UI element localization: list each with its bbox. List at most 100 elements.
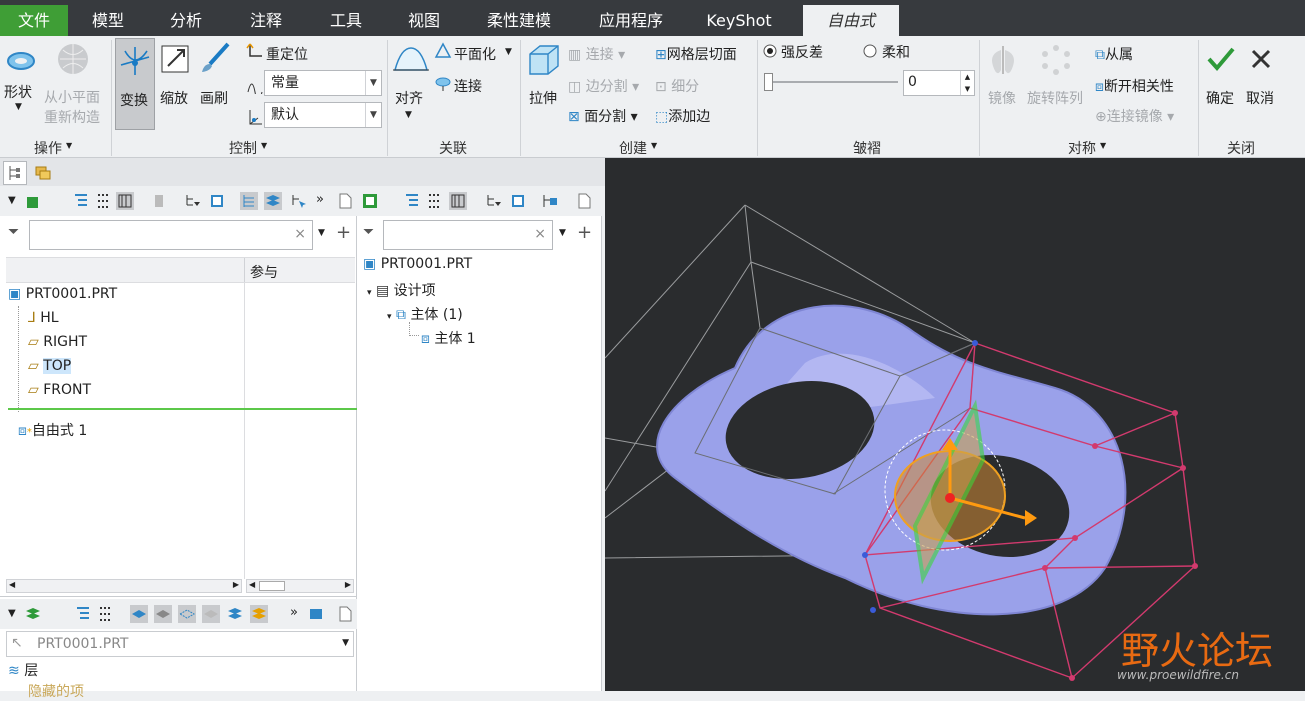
chevron-down-icon[interactable]: ▼ bbox=[342, 638, 349, 648]
face-split-button[interactable]: ⊠ 面分割 ▾ bbox=[568, 106, 638, 126]
tree-item-body-group[interactable]: ▾ ⧉ 主体 (1) bbox=[387, 304, 463, 324]
pointer-icon[interactable] bbox=[290, 192, 308, 210]
layer-hide-icon[interactable] bbox=[154, 605, 172, 623]
subdivide-button[interactable]: ⊡ 细分 bbox=[655, 76, 699, 96]
from-small-plane-button[interactable]: 从小平面 bbox=[44, 87, 100, 107]
filter-tree-icon[interactable] bbox=[184, 192, 202, 210]
control-group-label[interactable]: 控制 bbox=[229, 138, 257, 158]
rotate-array-icon[interactable] bbox=[1040, 44, 1072, 80]
tab-tools[interactable]: 工具 bbox=[314, 5, 378, 36]
tree-root-part[interactable]: ▣ PRT0001.PRT bbox=[8, 286, 117, 302]
add-icon[interactable]: + bbox=[577, 222, 592, 243]
create-dropdown-icon[interactable]: ▼ bbox=[651, 141, 657, 150]
graphics-viewport[interactable]: 野火论坛 www.proewildfire.cn bbox=[604, 158, 1305, 691]
dots-icon[interactable] bbox=[94, 192, 112, 210]
chevron-down-icon[interactable]: ▼ bbox=[365, 103, 381, 127]
filter-icon[interactable]: ⏷ bbox=[8, 224, 19, 240]
planarize-button[interactable]: 平面化 bbox=[454, 44, 496, 64]
rebuild-button[interactable]: 重新构造 bbox=[44, 107, 100, 127]
extrude-button[interactable]: 拉伸 bbox=[529, 88, 557, 108]
cancel-button[interactable]: 取消 bbox=[1246, 88, 1274, 108]
connect-button[interactable]: 连接 bbox=[454, 76, 482, 96]
clear-icon[interactable]: × bbox=[534, 226, 546, 242]
close-icon[interactable] bbox=[1250, 48, 1272, 74]
align-icon[interactable] bbox=[393, 44, 429, 76]
page-icon[interactable] bbox=[336, 192, 354, 210]
filter-icon[interactable]: ⏷ bbox=[363, 224, 374, 240]
layers-icon[interactable] bbox=[24, 605, 42, 623]
crease-slider-handle[interactable] bbox=[764, 73, 773, 91]
tab-view[interactable]: 视图 bbox=[392, 5, 456, 36]
align-dropdown-icon[interactable]: ▼ bbox=[405, 110, 412, 120]
shape-icon[interactable] bbox=[6, 46, 36, 80]
left-scrollbar-h[interactable]: ◀ ▶ bbox=[6, 579, 242, 593]
layer-settings-icon[interactable] bbox=[308, 605, 326, 623]
shape-dropdown-icon[interactable]: ▼ bbox=[15, 102, 22, 112]
layer-isolate-icon[interactable] bbox=[178, 605, 196, 623]
scroll-thumb[interactable] bbox=[259, 581, 285, 591]
connect-mirror-button[interactable]: ⊕连接镜像 ▾ bbox=[1095, 106, 1174, 126]
freestyle-model-canvas[interactable] bbox=[604, 158, 1305, 691]
symmetry-dropdown-icon[interactable]: ▼ bbox=[1100, 141, 1106, 150]
scale-icon[interactable] bbox=[160, 44, 190, 78]
expand-icon[interactable]: ▾ bbox=[367, 288, 372, 298]
extrude-icon[interactable] bbox=[528, 42, 560, 80]
tree-item-design-items[interactable]: ▾ ▤ 设计项 bbox=[367, 280, 436, 300]
insert-indicator-line[interactable] bbox=[8, 408, 357, 410]
ok-button[interactable]: 确定 bbox=[1206, 88, 1234, 108]
layer-color-icon[interactable] bbox=[250, 605, 268, 623]
layer-show-icon[interactable] bbox=[130, 605, 148, 623]
crease-value-spinner[interactable]: 0 ▲ ▼ bbox=[903, 70, 975, 96]
layers-icon[interactable] bbox=[264, 192, 282, 210]
layer-root[interactable]: ≋ 层 bbox=[8, 660, 38, 680]
layer-stack-icon[interactable] bbox=[226, 605, 244, 623]
crease-value[interactable]: 0 bbox=[908, 74, 917, 90]
symmetry-group-label[interactable]: 对称 bbox=[1068, 138, 1096, 158]
mid-tree-root[interactable]: ▣ PRT0001.PRT bbox=[363, 256, 472, 272]
scroll-right-icon[interactable]: ▶ bbox=[345, 580, 351, 589]
right-scrollbar-h[interactable]: ◀ ▶ bbox=[246, 579, 354, 593]
tree-view-icon[interactable] bbox=[240, 192, 258, 210]
align-button[interactable]: 对齐 bbox=[395, 88, 423, 108]
mesh-cut-button[interactable]: ⊞网格层切面 bbox=[655, 44, 737, 64]
cube-icon[interactable] bbox=[24, 192, 42, 210]
page-icon[interactable] bbox=[336, 605, 354, 623]
scroll-left-icon[interactable]: ◀ bbox=[249, 580, 255, 589]
tree-item-body-1[interactable]: ⧈ 主体 1 bbox=[421, 328, 476, 348]
list-icon[interactable] bbox=[72, 192, 90, 210]
tree-item-freestyle-1[interactable]: ⧈*自由式 1 bbox=[18, 420, 87, 440]
show-icon[interactable] bbox=[116, 192, 134, 210]
soft-radio[interactable] bbox=[863, 44, 877, 62]
edge-split-button[interactable]: ◫ 边分割 ▾ bbox=[568, 76, 639, 96]
transform-button[interactable]: 变换 bbox=[115, 38, 155, 130]
layer-tree-tab[interactable] bbox=[32, 161, 56, 185]
tree-item-hl[interactable]: ⅃ HL bbox=[28, 310, 59, 326]
chevron-down-icon[interactable]: ▼ bbox=[318, 228, 325, 238]
tab-file[interactable]: 文件 bbox=[0, 5, 68, 36]
tree-item-right[interactable]: ▱ RIGHT bbox=[28, 334, 87, 350]
tree-item-front[interactable]: ▱ FRONT bbox=[28, 382, 91, 398]
create-connect-button[interactable]: ▥ 连接 ▾ bbox=[568, 44, 625, 64]
dots-icon[interactable] bbox=[96, 605, 114, 623]
create-group-label[interactable]: 创建 bbox=[619, 138, 647, 158]
column-divider[interactable] bbox=[244, 258, 245, 282]
show-icon[interactable] bbox=[449, 192, 467, 210]
hidden-items-layer[interactable]: 隐藏的项 bbox=[28, 681, 84, 701]
slave-button[interactable]: ⧉从属 bbox=[1095, 44, 1133, 64]
layer-gray-icon[interactable] bbox=[202, 605, 220, 623]
break-assoc-button[interactable]: ⧈断开相关性 bbox=[1095, 76, 1174, 96]
tree-icon[interactable] bbox=[361, 192, 379, 210]
tab-freestyle[interactable]: 自由式 bbox=[803, 5, 899, 36]
operations-group-label[interactable]: 操作 bbox=[34, 138, 62, 158]
crease-slider-track[interactable] bbox=[764, 81, 898, 83]
tree-item-top[interactable]: ▱ TOP bbox=[28, 358, 72, 374]
list-icon[interactable] bbox=[403, 192, 421, 210]
more-icon[interactable]: » bbox=[290, 605, 308, 623]
chevron-down-icon[interactable]: ▼ bbox=[365, 71, 381, 95]
layer-model-select[interactable]: ↖ PRT0001.PRT ▼ bbox=[6, 631, 354, 657]
spinner-arrows-icon[interactable]: ▲ ▼ bbox=[960, 71, 974, 95]
mirror-icon[interactable] bbox=[987, 44, 1019, 80]
constant-select[interactable]: 常量 ▼ bbox=[264, 70, 382, 96]
filter-tree-icon[interactable] bbox=[485, 192, 503, 210]
structure-icon[interactable] bbox=[541, 192, 559, 210]
